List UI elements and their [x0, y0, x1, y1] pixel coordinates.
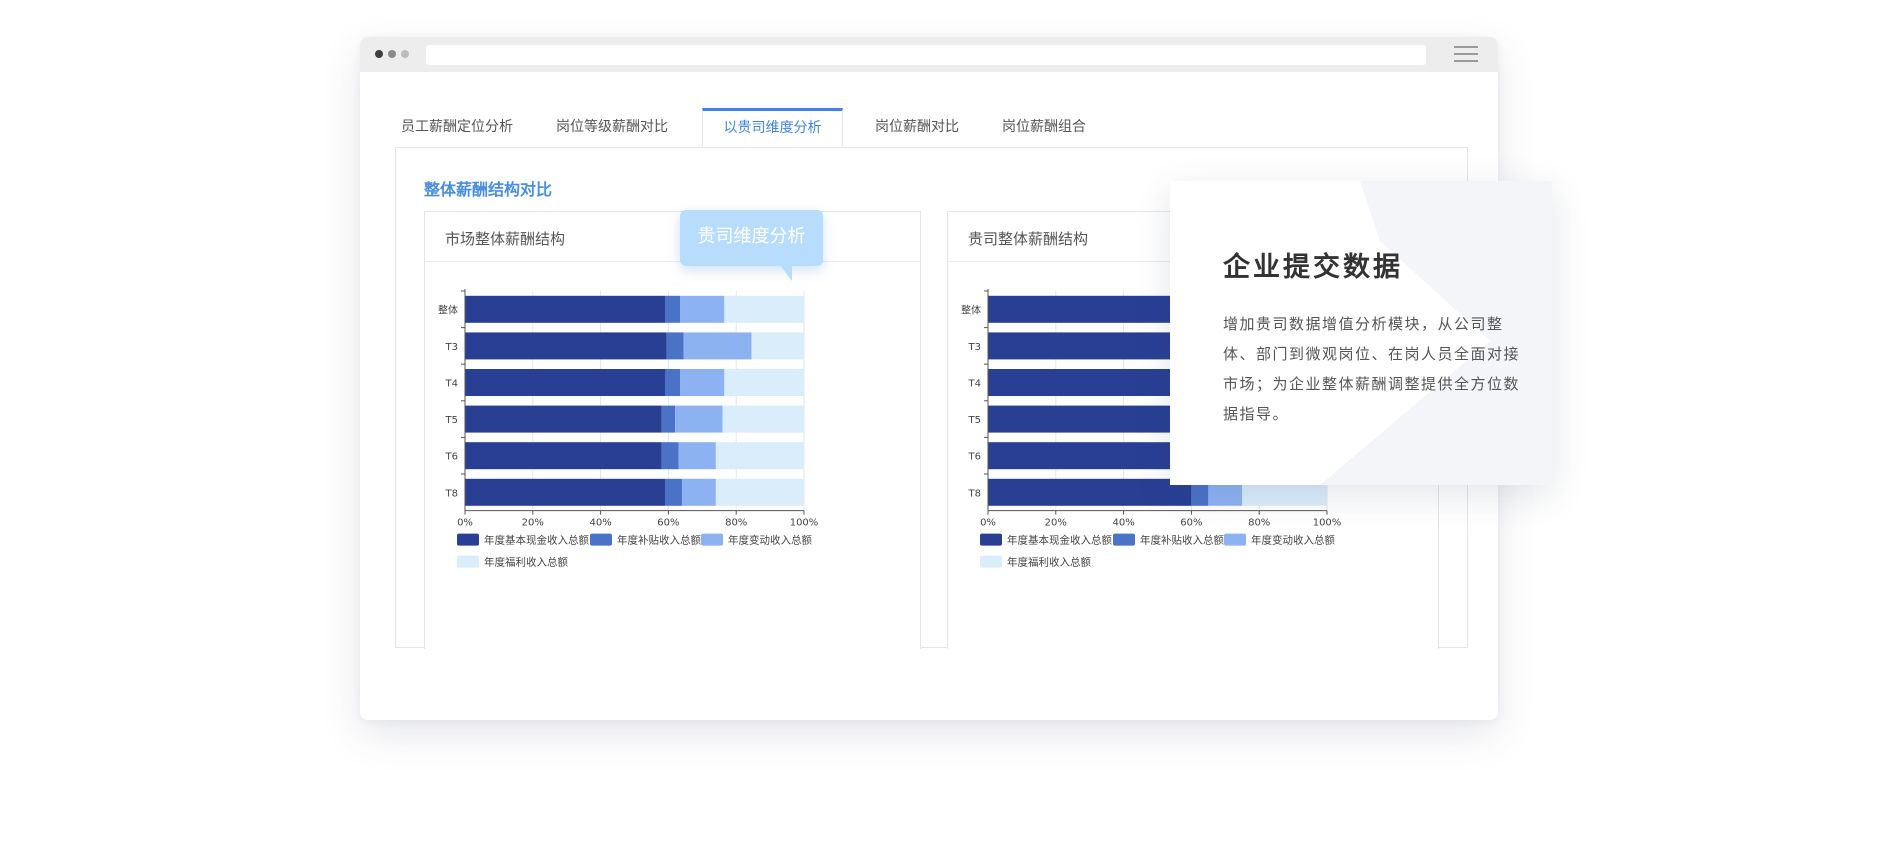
bar-segment — [722, 405, 804, 433]
legend-swatch — [1113, 533, 1135, 546]
bar-segment — [680, 369, 725, 396]
tab-position-pay-mix[interactable]: 岗位薪酬组合 — [991, 108, 1097, 146]
bar-segment — [465, 332, 667, 360]
x-tick-label: 40% — [1112, 518, 1134, 529]
x-tick-label: 0% — [980, 518, 996, 529]
y-tick-label: T6 — [968, 452, 981, 463]
section-title: 整体薪酬结构对比 — [424, 180, 553, 199]
legend-label: 年度基本现金收入总额 — [484, 534, 589, 547]
x-tick-label: 100% — [790, 518, 819, 529]
bar-segment — [665, 478, 682, 506]
bar-segment — [715, 478, 804, 506]
y-tick-label: T5 — [968, 415, 981, 426]
y-tick-label: T6 — [445, 452, 458, 463]
market-chart-title: 市场整体薪酬结构 — [445, 230, 566, 248]
bar-segment — [661, 405, 676, 433]
bar-segment — [988, 369, 1185, 396]
legend-swatch — [457, 555, 479, 568]
x-tick-label: 20% — [1045, 518, 1067, 529]
x-tick-label: 60% — [657, 518, 679, 529]
x-tick-label: 80% — [725, 518, 747, 529]
window-maximize-dot[interactable] — [401, 50, 409, 58]
bar-segment — [465, 442, 662, 470]
y-tick-label: 整体 — [438, 303, 458, 316]
y-tick-label: 整体 — [961, 303, 981, 316]
legend-swatch — [980, 533, 1002, 546]
y-tick-label: T8 — [968, 488, 981, 499]
x-tick-label: 40% — [589, 518, 611, 529]
bar-segment — [465, 295, 666, 323]
y-tick-label: T4 — [968, 379, 981, 390]
feature-card-title: 企业提交数据 — [1223, 252, 1403, 283]
tooltip-tail — [780, 265, 792, 281]
tab-position-level-comparison[interactable]: 岗位等级薪酬对比 — [544, 108, 680, 146]
bar-segment — [683, 332, 752, 360]
bar-segment — [465, 478, 666, 506]
legend-label: 年度基本现金收入总额 — [1007, 534, 1112, 547]
legend-swatch — [457, 533, 479, 546]
legend-swatch — [701, 533, 723, 546]
bar-segment — [680, 295, 725, 323]
hamburger-menu-icon[interactable] — [1454, 46, 1478, 64]
bar-segment — [678, 442, 716, 470]
bar-segment — [665, 369, 681, 396]
legend-swatch — [1224, 533, 1246, 546]
window-minimize-dot[interactable] — [388, 50, 396, 58]
y-tick-label: T3 — [445, 342, 458, 353]
bar-segment — [661, 442, 679, 470]
market-chart: 0% 20% 40% 60% 80% 100% 整体 T3 T4 T5 T6 T8 年度基本现金收入总额… — [438, 289, 819, 569]
tab-company-dimension[interactable]: 以贵司维度分析 — [702, 108, 843, 146]
legend-label: 年度福利收入总额 — [1007, 556, 1091, 569]
feature-card: 企业提交数据 增加贵司数据增值分析模块，从公司整体、部门到微观岗位、在岗人员全面… — [1170, 181, 1552, 485]
y-tick-label: T5 — [445, 415, 458, 426]
bar-segment — [988, 332, 1182, 360]
bar-segment — [465, 405, 662, 433]
bar-segment — [665, 295, 681, 323]
y-tick-label: T8 — [445, 488, 458, 499]
x-tick-label: 80% — [1248, 518, 1270, 529]
bar-segment — [666, 332, 684, 360]
x-tick-label: 0% — [457, 518, 473, 529]
tooltip-bubble: 贵司维度分析 — [680, 210, 823, 266]
legend-swatch — [590, 533, 612, 546]
x-tick-label: 60% — [1180, 518, 1202, 529]
tab-position-pay-comparison[interactable]: 岗位薪酬对比 — [864, 108, 970, 146]
bar-segment — [724, 369, 804, 396]
legend-label: 年度变动收入总额 — [728, 534, 812, 547]
x-tick-label: 20% — [522, 518, 544, 529]
bar-segment — [751, 332, 804, 360]
tab-employee-pay-positioning[interactable]: 员工薪酬定位分析 — [394, 108, 520, 146]
bar-segment — [988, 295, 1178, 323]
address-bar[interactable] — [426, 45, 1426, 65]
feature-card-description: 增加贵司数据增值分析模块，从公司整体、部门到微观岗位、在岗人员全面对接市场；为企… — [1223, 315, 1521, 423]
bar-segment — [988, 442, 1182, 470]
y-tick-label: T3 — [968, 342, 981, 353]
bar-segment — [465, 369, 666, 396]
legend-label: 年度补贴收入总额 — [1140, 534, 1224, 547]
bar-segment — [988, 478, 1192, 506]
bar-segment — [715, 442, 804, 470]
bar-segment — [681, 478, 716, 506]
legend-label: 年度福利收入总额 — [484, 556, 568, 569]
browser-title-bar — [360, 37, 1498, 72]
bar-segment — [724, 295, 804, 323]
window-close-dot[interactable] — [375, 50, 383, 58]
legend-label: 年度补贴收入总额 — [617, 534, 701, 547]
y-tick-label: T4 — [445, 379, 458, 390]
bar-segment — [675, 405, 723, 433]
legend-swatch — [980, 555, 1002, 568]
market-chart-header: 市场整体薪酬结构 — [425, 212, 920, 262]
stage: 员工薪酬定位分析 岗位等级薪酬对比 以贵司维度分析 岗位薪酬对比 岗位薪酬组合 … — [0, 0, 1903, 849]
company-chart-title: 贵司整体薪酬结构 — [968, 230, 1089, 248]
legend-label: 年度变动收入总额 — [1251, 534, 1335, 547]
x-tick-label: 100% — [1313, 518, 1342, 529]
market-chart-card: 市场整体薪酬结构 0% 20% 40% 60% 80% 100% 整体 T3 T4 T5 T6 T8 年… — [424, 211, 921, 649]
bar-segment — [988, 405, 1178, 433]
